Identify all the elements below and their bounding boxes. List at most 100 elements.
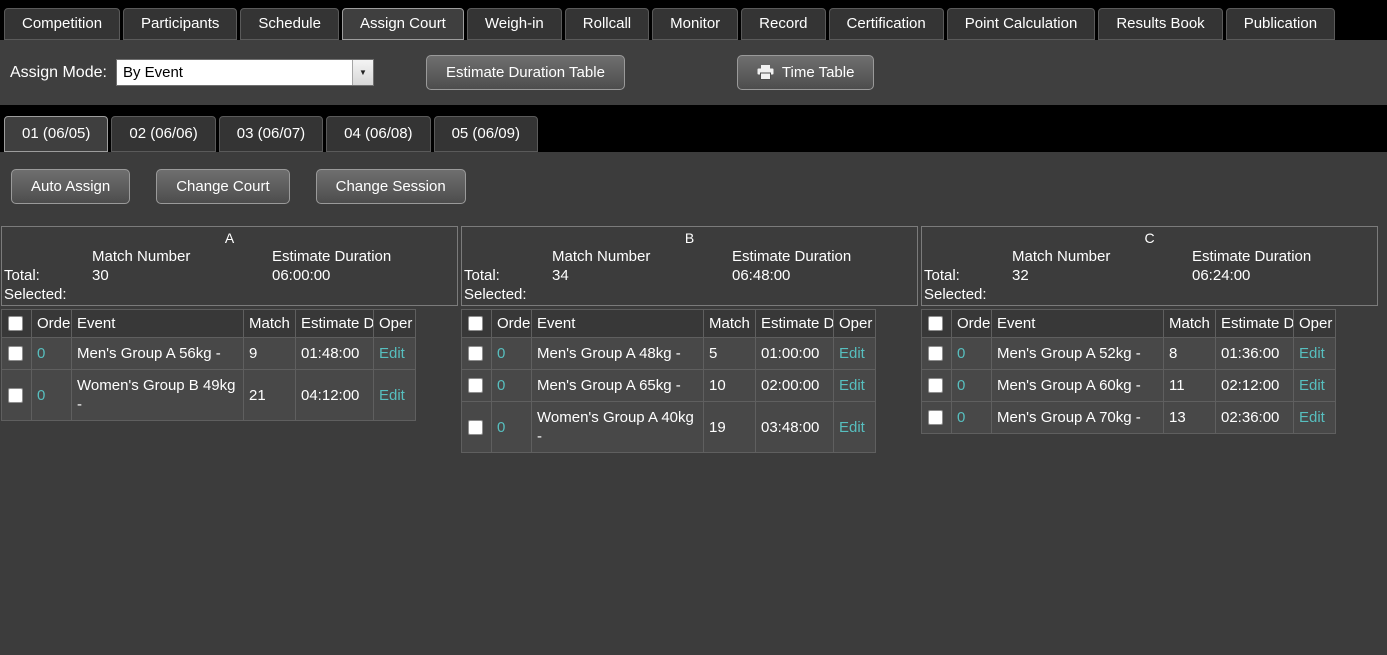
table-row: 0 Men's Group A 56kg - 9 01:48:00 Edit bbox=[2, 338, 416, 370]
edit-link[interactable]: Edit bbox=[839, 345, 865, 362]
nav-tab-rollcall[interactable]: Rollcall bbox=[565, 8, 649, 40]
assign-mode-select[interactable]: By Event ▼ bbox=[116, 59, 374, 86]
estimate-duration-value: 06:00:00 bbox=[272, 266, 457, 285]
assign-mode-label: Assign Mode: bbox=[10, 64, 107, 82]
edit-link[interactable]: Edit bbox=[839, 377, 865, 394]
assign-mode-toolbar: Assign Mode: By Event ▼ Estimate Duratio… bbox=[0, 40, 1387, 105]
oper-column-header: Oper bbox=[834, 310, 876, 338]
time-table-button[interactable]: Time Table bbox=[737, 55, 875, 90]
nav-tab-point-calculation[interactable]: Point Calculation bbox=[947, 8, 1096, 40]
nav-tab-schedule[interactable]: Schedule bbox=[240, 8, 339, 40]
nav-tab-participants[interactable]: Participants bbox=[123, 8, 237, 40]
select-all-checkbox[interactable] bbox=[928, 316, 943, 331]
order-column-header: Order bbox=[492, 310, 532, 338]
event-cell: Men's Group A 48kg - bbox=[532, 338, 704, 370]
court-panel-b: B Match Number Estimate Duration Total: … bbox=[461, 226, 918, 453]
oper-column-header: Oper bbox=[1294, 310, 1336, 338]
event-cell: Men's Group A 65kg - bbox=[532, 370, 704, 402]
change-court-button[interactable]: Change Court bbox=[156, 169, 289, 204]
estimate-cell: 02:12:00 bbox=[1216, 370, 1294, 402]
court-c-summary: C Match Number Estimate Duration Total: … bbox=[921, 226, 1378, 306]
estimate-cell: 02:00:00 bbox=[756, 370, 834, 402]
row-checkbox[interactable] bbox=[8, 388, 23, 403]
edit-link[interactable]: Edit bbox=[1299, 345, 1325, 362]
court-panel-a: A Match Number Estimate Duration Total: … bbox=[1, 226, 458, 453]
estimate-cell: 01:00:00 bbox=[756, 338, 834, 370]
selected-label: Selected: bbox=[924, 285, 1012, 304]
row-checkbox[interactable] bbox=[928, 410, 943, 425]
order-cell: 0 bbox=[952, 402, 992, 434]
estimate-duration-value: 06:48:00 bbox=[732, 266, 917, 285]
order-cell: 0 bbox=[492, 338, 532, 370]
estimate-cell: 01:48:00 bbox=[296, 338, 374, 370]
session-date-tabs: 01 (06/05) 02 (06/06) 03 (06/07) 04 (06/… bbox=[0, 105, 1387, 152]
row-checkbox[interactable] bbox=[928, 346, 943, 361]
court-b-summary: B Match Number Estimate Duration Total: … bbox=[461, 226, 918, 306]
nav-tab-competition[interactable]: Competition bbox=[4, 8, 120, 40]
event-column-header: Event bbox=[72, 310, 244, 338]
match-number-value: 32 bbox=[1012, 266, 1192, 285]
selected-duration-value bbox=[1192, 285, 1377, 304]
date-tab-04[interactable]: 04 (06/08) bbox=[326, 116, 430, 152]
order-cell: 0 bbox=[492, 370, 532, 402]
auto-assign-button[interactable]: Auto Assign bbox=[11, 169, 130, 204]
table-row: 0 Women's Group B 49kg - 21 04:12:00 Edi… bbox=[2, 370, 416, 421]
row-checkbox[interactable] bbox=[468, 420, 483, 435]
match-cell: 9 bbox=[244, 338, 296, 370]
change-session-button[interactable]: Change Session bbox=[316, 169, 466, 204]
select-all-checkbox[interactable] bbox=[468, 316, 483, 331]
match-number-label: Match Number bbox=[552, 247, 732, 266]
order-column-header: Order bbox=[32, 310, 72, 338]
action-buttons: Auto Assign Change Court Change Session bbox=[0, 152, 1387, 204]
table-row: 0 Men's Group A 60kg - 11 02:12:00 Edit bbox=[922, 370, 1336, 402]
order-cell: 0 bbox=[492, 402, 532, 453]
table-header-row: Order Event Match Estimate Duration Oper bbox=[2, 310, 416, 338]
row-checkbox[interactable] bbox=[468, 346, 483, 361]
row-checkbox[interactable] bbox=[468, 378, 483, 393]
match-number-value: 34 bbox=[552, 266, 732, 285]
edit-link[interactable]: Edit bbox=[1299, 377, 1325, 394]
order-cell: 0 bbox=[32, 370, 72, 421]
nav-tab-assign-court[interactable]: Assign Court bbox=[342, 8, 464, 40]
nav-tab-record[interactable]: Record bbox=[741, 8, 825, 40]
row-checkbox[interactable] bbox=[928, 378, 943, 393]
nav-tab-weigh-in[interactable]: Weigh-in bbox=[467, 8, 562, 40]
total-label: Total: bbox=[924, 266, 1012, 285]
edit-link[interactable]: Edit bbox=[379, 345, 405, 362]
oper-column-header: Oper bbox=[374, 310, 416, 338]
court-a-summary: A Match Number Estimate Duration Total: … bbox=[1, 226, 458, 306]
event-cell: Women's Group B 49kg - bbox=[72, 370, 244, 421]
row-checkbox[interactable] bbox=[8, 346, 23, 361]
edit-link[interactable]: Edit bbox=[839, 419, 865, 436]
selected-duration-value bbox=[732, 285, 917, 304]
nav-tab-monitor[interactable]: Monitor bbox=[652, 8, 738, 40]
nav-tab-publication[interactable]: Publication bbox=[1226, 8, 1335, 40]
event-cell: Men's Group A 52kg - bbox=[992, 338, 1164, 370]
time-table-label: Time Table bbox=[782, 64, 855, 81]
estimate-duration-table-button[interactable]: Estimate Duration Table bbox=[426, 55, 625, 90]
top-navbar: Competition Participants Schedule Assign… bbox=[0, 0, 1387, 40]
event-cell: Men's Group A 56kg - bbox=[72, 338, 244, 370]
match-column-header: Match bbox=[704, 310, 756, 338]
table-row: 0 Men's Group A 65kg - 10 02:00:00 Edit bbox=[462, 370, 876, 402]
selected-label: Selected: bbox=[464, 285, 552, 304]
edit-link[interactable]: Edit bbox=[1299, 409, 1325, 426]
date-tab-05[interactable]: 05 (06/09) bbox=[434, 116, 538, 152]
table-row: 0 Women's Group A 40kg - 19 03:48:00 Edi… bbox=[462, 402, 876, 453]
match-cell: 10 bbox=[704, 370, 756, 402]
court-b-table: Order Event Match Estimate Duration Oper… bbox=[461, 309, 876, 453]
nav-tab-certification[interactable]: Certification bbox=[829, 8, 944, 40]
estimate-column-header: Estimate Duration bbox=[296, 310, 374, 338]
estimate-column-header: Estimate Duration bbox=[1216, 310, 1294, 338]
assign-mode-selected-value: By Event bbox=[117, 64, 352, 81]
select-all-checkbox[interactable] bbox=[8, 316, 23, 331]
table-row: 0 Men's Group A 70kg - 13 02:36:00 Edit bbox=[922, 402, 1336, 434]
nav-tab-results-book[interactable]: Results Book bbox=[1098, 8, 1222, 40]
date-tab-01[interactable]: 01 (06/05) bbox=[4, 116, 108, 152]
match-number-value: 30 bbox=[92, 266, 272, 285]
edit-link[interactable]: Edit bbox=[379, 387, 405, 404]
match-cell: 8 bbox=[1164, 338, 1216, 370]
match-cell: 13 bbox=[1164, 402, 1216, 434]
date-tab-03[interactable]: 03 (06/07) bbox=[219, 116, 323, 152]
date-tab-02[interactable]: 02 (06/06) bbox=[111, 116, 215, 152]
